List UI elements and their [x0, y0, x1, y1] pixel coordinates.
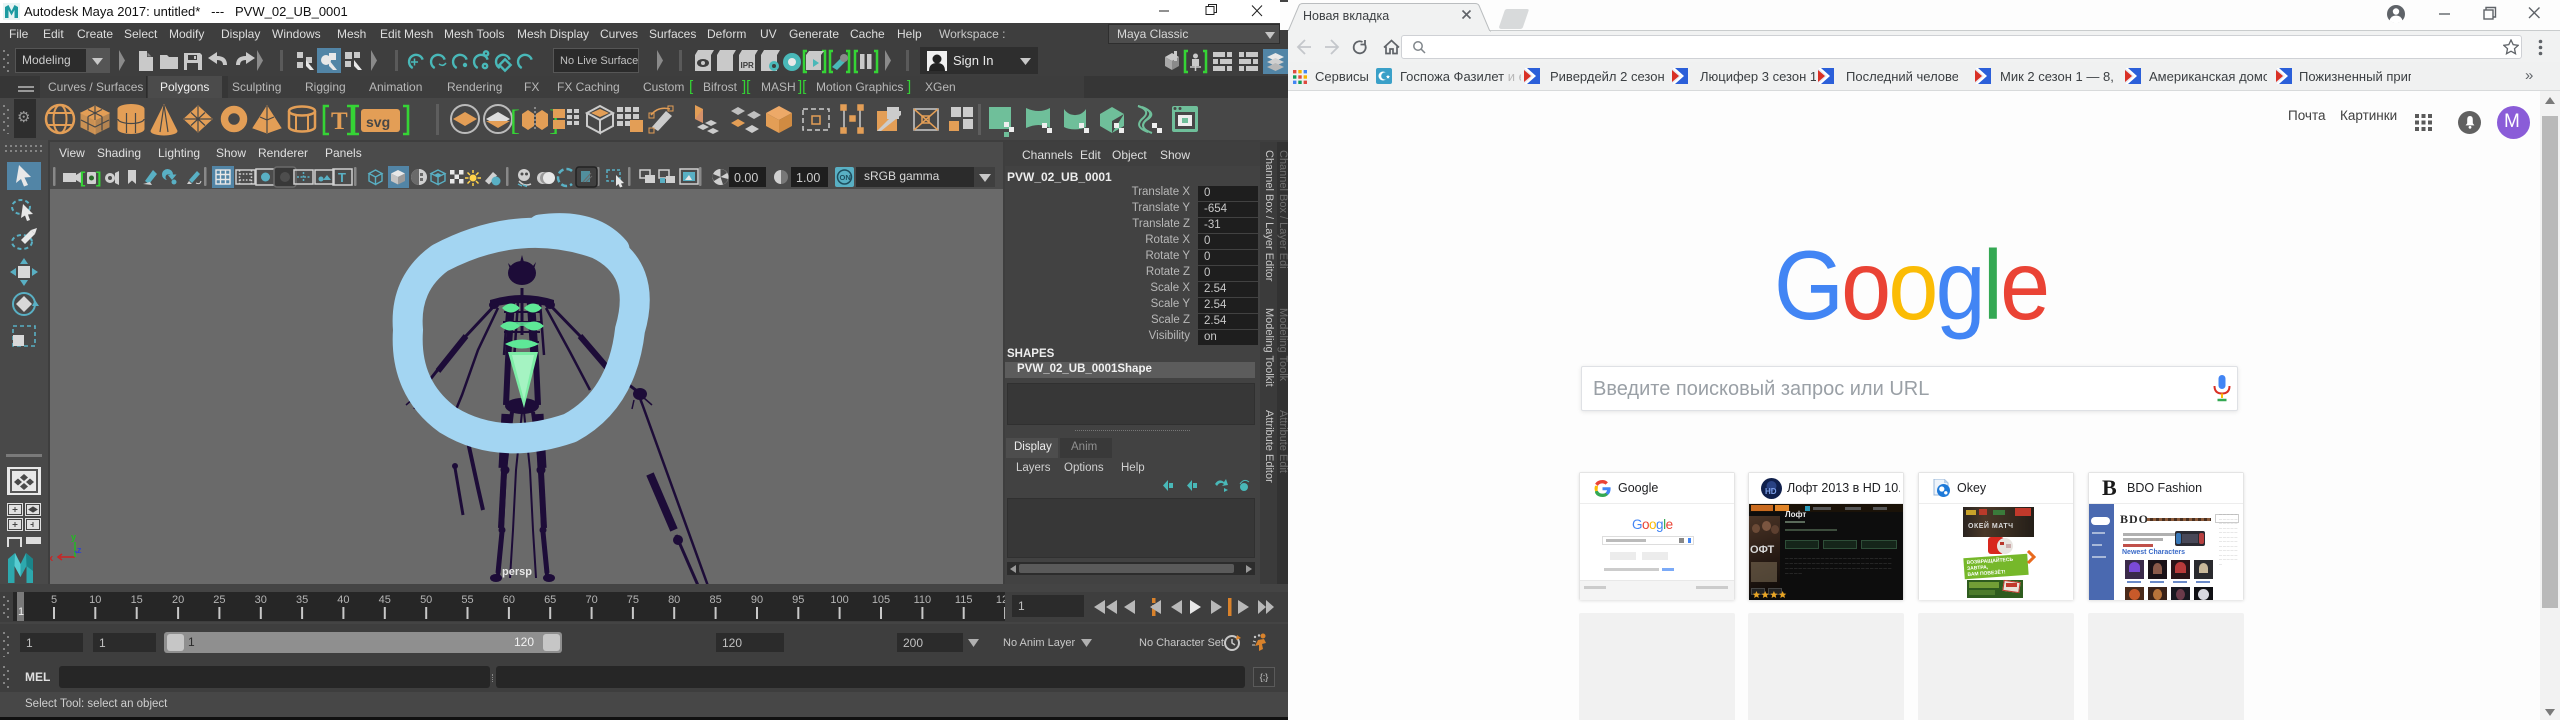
svg-text:110: 110 — [914, 594, 932, 606]
svg-text:z: z — [77, 545, 82, 555]
svg-text:100: 100 — [830, 594, 848, 606]
svg-text:20: 20 — [172, 594, 184, 606]
svg-text:85: 85 — [709, 594, 721, 606]
svg-text:65: 65 — [544, 594, 556, 606]
svg-text:[: [ — [510, 104, 520, 137]
svg-text:persp: persp — [502, 566, 532, 578]
svg-text:10: 10 — [89, 594, 101, 606]
svg-text:T: T — [331, 108, 348, 135]
svg-text:95: 95 — [792, 594, 804, 606]
svg-text:svg: svg — [366, 114, 390, 130]
svg-text:[: [ — [80, 170, 86, 187]
svg-text:50: 50 — [420, 594, 432, 606]
svg-text:15: 15 — [131, 594, 143, 606]
svg-text:y: y — [71, 532, 76, 542]
svg-text:1.00: 1.00 — [796, 171, 820, 185]
svg-text:55: 55 — [461, 594, 473, 606]
svg-text:5: 5 — [51, 594, 57, 606]
svg-text:ON: ON — [840, 173, 851, 182]
svg-text:HD: HD — [1765, 487, 1777, 496]
svg-text:IPR: IPR — [741, 61, 755, 70]
svg-text:60: 60 — [503, 594, 515, 606]
svg-text:105: 105 — [872, 594, 890, 606]
svg-text:115: 115 — [955, 594, 973, 606]
svg-text:]: ] — [96, 170, 101, 187]
svg-text:75: 75 — [627, 594, 639, 606]
svg-text:80: 80 — [668, 594, 680, 606]
svg-text:40: 40 — [337, 594, 349, 606]
svg-text:90: 90 — [751, 594, 763, 606]
svg-text:70: 70 — [585, 594, 597, 606]
svg-text:25: 25 — [213, 594, 225, 606]
svg-text:35: 35 — [296, 594, 308, 606]
svg-text:45: 45 — [379, 594, 391, 606]
svg-text:30: 30 — [255, 594, 267, 606]
svg-text:x: x — [50, 553, 53, 563]
svg-text:120: 120 — [996, 594, 1005, 606]
svg-text:T: T — [338, 170, 346, 185]
svg-text:0.00: 0.00 — [734, 171, 758, 185]
